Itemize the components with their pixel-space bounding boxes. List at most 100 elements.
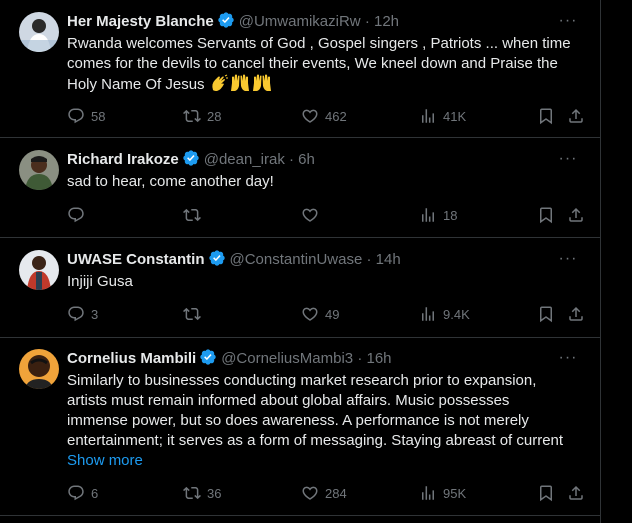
separator-dot: · xyxy=(366,251,372,268)
handle[interactable]: @UmwamikaziRw xyxy=(239,13,361,30)
handle[interactable]: @ConstantinUwase xyxy=(230,251,363,268)
heart-icon xyxy=(302,208,318,222)
raising-hands-emoji-icon xyxy=(251,74,273,98)
tweet[interactable]: Richard Irakoze @dean_irak · 6h ··· sad t… xyxy=(0,138,600,238)
retweet-button[interactable] xyxy=(183,304,207,324)
bookmark-button[interactable] xyxy=(537,205,555,225)
more-options-icon[interactable]: ··· xyxy=(558,348,578,368)
views-chart-icon xyxy=(422,486,434,500)
reply-icon xyxy=(68,108,84,124)
view-count: 18 xyxy=(443,207,458,223)
more-options-icon[interactable]: ··· xyxy=(558,149,578,169)
verified-badge-icon xyxy=(217,11,235,35)
tweet[interactable]: UWASE Constantin @ConstantinUwase · 14h ·… xyxy=(0,238,600,338)
tweet-text: Rwanda welcomes Servants of God , Gospel… xyxy=(67,34,580,98)
share-button[interactable] xyxy=(567,304,585,324)
bookmark-icon xyxy=(540,485,552,502)
timeline-feed: Her Majesty Blanche @UmwamikaziRw · 12h ·… xyxy=(0,0,601,523)
avatar[interactable] xyxy=(19,150,59,190)
reply-button[interactable]: 6 xyxy=(67,483,98,503)
display-name[interactable]: Richard Irakoze xyxy=(67,151,179,168)
view-count: 9.4K xyxy=(443,306,470,322)
like-button[interactable] xyxy=(301,205,325,225)
tweet-text-line: immense power, but so does awareness. A … xyxy=(67,412,529,429)
share-icon xyxy=(569,207,583,222)
clapping-hands-emoji-icon xyxy=(209,74,229,98)
timestamp[interactable]: 16h xyxy=(366,350,391,367)
tweet[interactable]: Cornelius Mambili @CorneliusMambi3 · 16h … xyxy=(0,338,600,516)
heart-icon xyxy=(302,109,318,123)
reply-count: 6 xyxy=(91,485,99,501)
retweet-count: 36 xyxy=(207,485,222,501)
retweet-button[interactable]: 28 xyxy=(183,106,221,126)
heart-icon xyxy=(302,307,318,321)
timestamp[interactable]: 14h xyxy=(376,251,401,268)
reply-button[interactable]: 58 xyxy=(67,106,105,126)
handle[interactable]: @CorneliusMambi3 xyxy=(221,350,353,367)
reply-button[interactable] xyxy=(67,205,91,225)
display-name[interactable]: Her Majesty Blanche xyxy=(67,13,214,30)
more-options-icon[interactable]: ··· xyxy=(558,11,578,31)
reply-icon xyxy=(68,306,84,322)
view-count: 95K xyxy=(443,485,467,501)
tweet-text: Injiji Gusa xyxy=(67,273,133,290)
like-button[interactable]: 49 xyxy=(301,304,339,324)
retweet-button[interactable]: 36 xyxy=(183,483,221,503)
share-button[interactable] xyxy=(567,205,585,225)
avatar[interactable] xyxy=(19,250,59,290)
bookmark-button[interactable] xyxy=(537,304,555,324)
share-button[interactable] xyxy=(567,483,585,503)
like-button[interactable]: 462 xyxy=(301,106,347,126)
verified-badge-icon xyxy=(199,348,217,372)
tweet[interactable]: Her Majesty Blanche @UmwamikaziRw · 12h ·… xyxy=(0,0,600,138)
share-button[interactable] xyxy=(567,106,585,126)
separator-dot: · xyxy=(289,151,294,168)
heart-icon xyxy=(302,486,318,500)
reply-button[interactable]: 3 xyxy=(67,304,98,324)
display-name[interactable]: Cornelius Mambili xyxy=(67,350,196,367)
timestamp[interactable]: 12h xyxy=(374,13,399,30)
reply-count: 58 xyxy=(91,108,106,124)
tweet-actions: 3 49 9.4K xyxy=(67,304,587,324)
views-button[interactable]: 41K xyxy=(419,106,466,126)
separator-dot: · xyxy=(364,13,370,30)
verified-badge-icon xyxy=(182,149,200,173)
reply-icon xyxy=(68,207,84,223)
raising-hands-emoji-icon xyxy=(229,74,251,98)
display-name[interactable]: UWASE Constantin xyxy=(67,251,205,268)
retweet-icon xyxy=(183,109,201,123)
views-chart-icon xyxy=(422,307,434,321)
reply-count: 3 xyxy=(91,306,99,322)
bookmark-button[interactable] xyxy=(537,483,555,503)
views-button[interactable]: 95K xyxy=(419,483,466,503)
views-button[interactable]: 18 xyxy=(419,205,457,225)
views-button[interactable]: 9.4K xyxy=(419,304,470,324)
view-count: 41K xyxy=(443,108,467,124)
share-icon xyxy=(569,485,583,500)
tweet-actions: 58 28 462 41K xyxy=(67,106,587,126)
reply-icon xyxy=(68,485,84,501)
bookmark-icon xyxy=(540,306,552,323)
like-count: 462 xyxy=(325,108,347,124)
verified-badge-icon xyxy=(208,249,226,273)
retweet-icon xyxy=(183,208,201,222)
handle[interactable]: @dean_irak xyxy=(204,151,285,168)
tweet-text-line: artists must remain informed about globa… xyxy=(67,392,510,409)
like-button[interactable]: 284 xyxy=(301,483,347,503)
bookmark-icon xyxy=(540,207,552,224)
tweet-text-line: Similarly to businesses conducting marke… xyxy=(67,372,537,389)
avatar[interactable] xyxy=(19,349,59,389)
share-icon xyxy=(569,108,583,123)
show-more-link[interactable]: Show more xyxy=(67,451,143,471)
views-chart-icon xyxy=(422,109,434,123)
like-count: 284 xyxy=(325,485,347,501)
timestamp[interactable]: 6h xyxy=(298,151,315,168)
more-options-icon[interactable]: ··· xyxy=(558,249,578,269)
retweet-count: 28 xyxy=(207,108,222,124)
avatar[interactable] xyxy=(19,12,59,52)
tweet-text: sad to hear, come another day! xyxy=(67,173,274,190)
retweet-icon xyxy=(183,486,201,500)
share-icon xyxy=(569,306,583,321)
bookmark-button[interactable] xyxy=(537,106,555,126)
retweet-button[interactable] xyxy=(183,205,207,225)
